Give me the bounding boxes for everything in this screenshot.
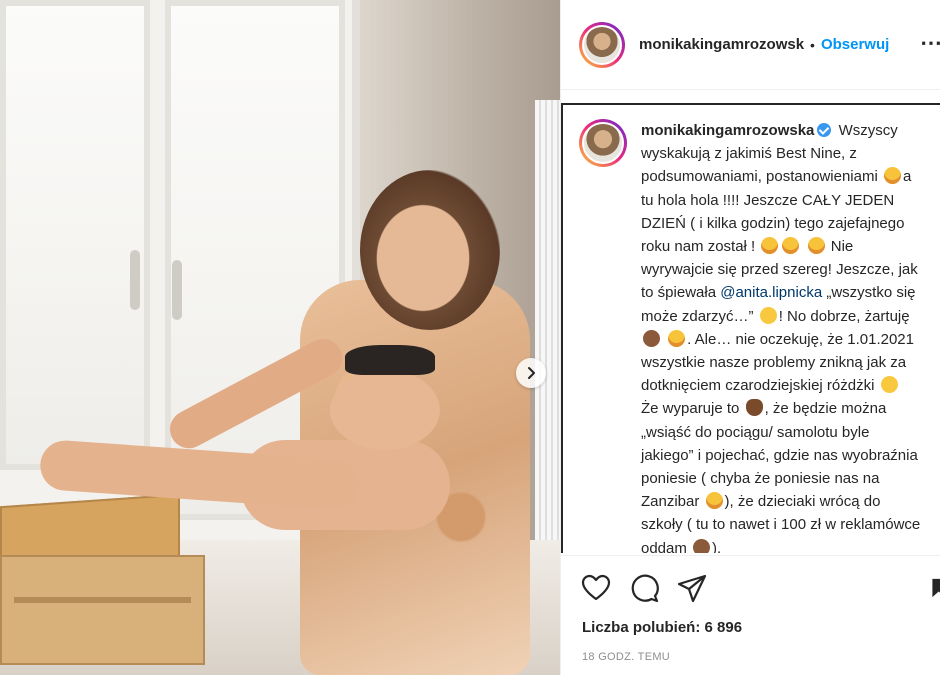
heart-icon[interactable]: [581, 573, 611, 603]
laughing-emoji-icon: [761, 237, 779, 255]
mention-link[interactable]: @anita.lipnicka: [720, 284, 822, 301]
photo-window-pane: [0, 0, 150, 470]
share-icon[interactable]: [677, 573, 707, 603]
comment-icon[interactable]: [629, 573, 659, 603]
photo-window-handle: [172, 260, 182, 320]
grimacing-emoji-icon: [668, 329, 686, 347]
caption-part: ! No dobrze, żartuję: [778, 307, 910, 325]
bookmark-icon[interactable]: [931, 573, 940, 603]
see-no-evil-monkey-icon: [643, 329, 660, 347]
caption-text: monikakingamrozowska Wszyscy wyskakują z…: [641, 119, 921, 553]
action-icons: [581, 573, 707, 603]
chevron-right-icon: [528, 367, 535, 379]
post-timestamp[interactable]: 18 GODZ. TEMU: [582, 651, 670, 663]
post-side-panel: monikakingamrozowsk • Obserwuj ⋯ monikak…: [560, 0, 940, 675]
photo-bra: [345, 345, 435, 375]
post-photo: [0, 0, 560, 675]
photo-belly: [330, 370, 440, 450]
photo-head: [360, 170, 500, 330]
caption-part: Że wyparuje to: [641, 400, 740, 418]
likes-count[interactable]: Liczba polubień: 6 896: [582, 619, 742, 636]
grinning-emoji-icon: [759, 306, 777, 324]
laughing-emoji-icon: [782, 237, 800, 255]
photo-wooden-box: [0, 555, 205, 665]
separator-dot: •: [810, 36, 815, 53]
caption: monikakingamrozowska Wszyscy wyskakują z…: [563, 105, 940, 553]
winking-tongue-emoji-icon: [705, 492, 723, 510]
smiling-emoji-icon: [880, 376, 898, 394]
verified-icon: [817, 123, 832, 137]
more-options-icon[interactable]: ⋯: [920, 30, 940, 56]
instagram-post: monikakingamrozowsk • Obserwuj ⋯ monikak…: [0, 0, 940, 675]
header-username[interactable]: monikakingamrozowsk: [639, 36, 804, 53]
caption-part: ).: [712, 539, 722, 553]
comments-section[interactable]: monikakingamrozowska Wszyscy wyskakują z…: [561, 103, 940, 553]
photo-window-handle: [130, 250, 140, 310]
laughing-emoji-icon: [883, 167, 901, 185]
poop-emoji-icon: [745, 399, 763, 417]
post-actions: Liczba polubień: 6 896 18 GODZ. TEMU: [561, 555, 940, 675]
laughing-emoji-icon: [807, 237, 825, 255]
monkey-emoji-icon: [693, 538, 711, 553]
post-header: monikakingamrozowsk • Obserwuj ⋯: [561, 0, 940, 90]
follow-button[interactable]: Obserwuj: [821, 36, 889, 53]
caption-avatar[interactable]: [579, 119, 627, 167]
next-photo-button[interactable]: [516, 358, 546, 388]
caption-username[interactable]: monikakingamrozowska: [641, 122, 814, 139]
avatar[interactable]: [579, 21, 625, 68]
